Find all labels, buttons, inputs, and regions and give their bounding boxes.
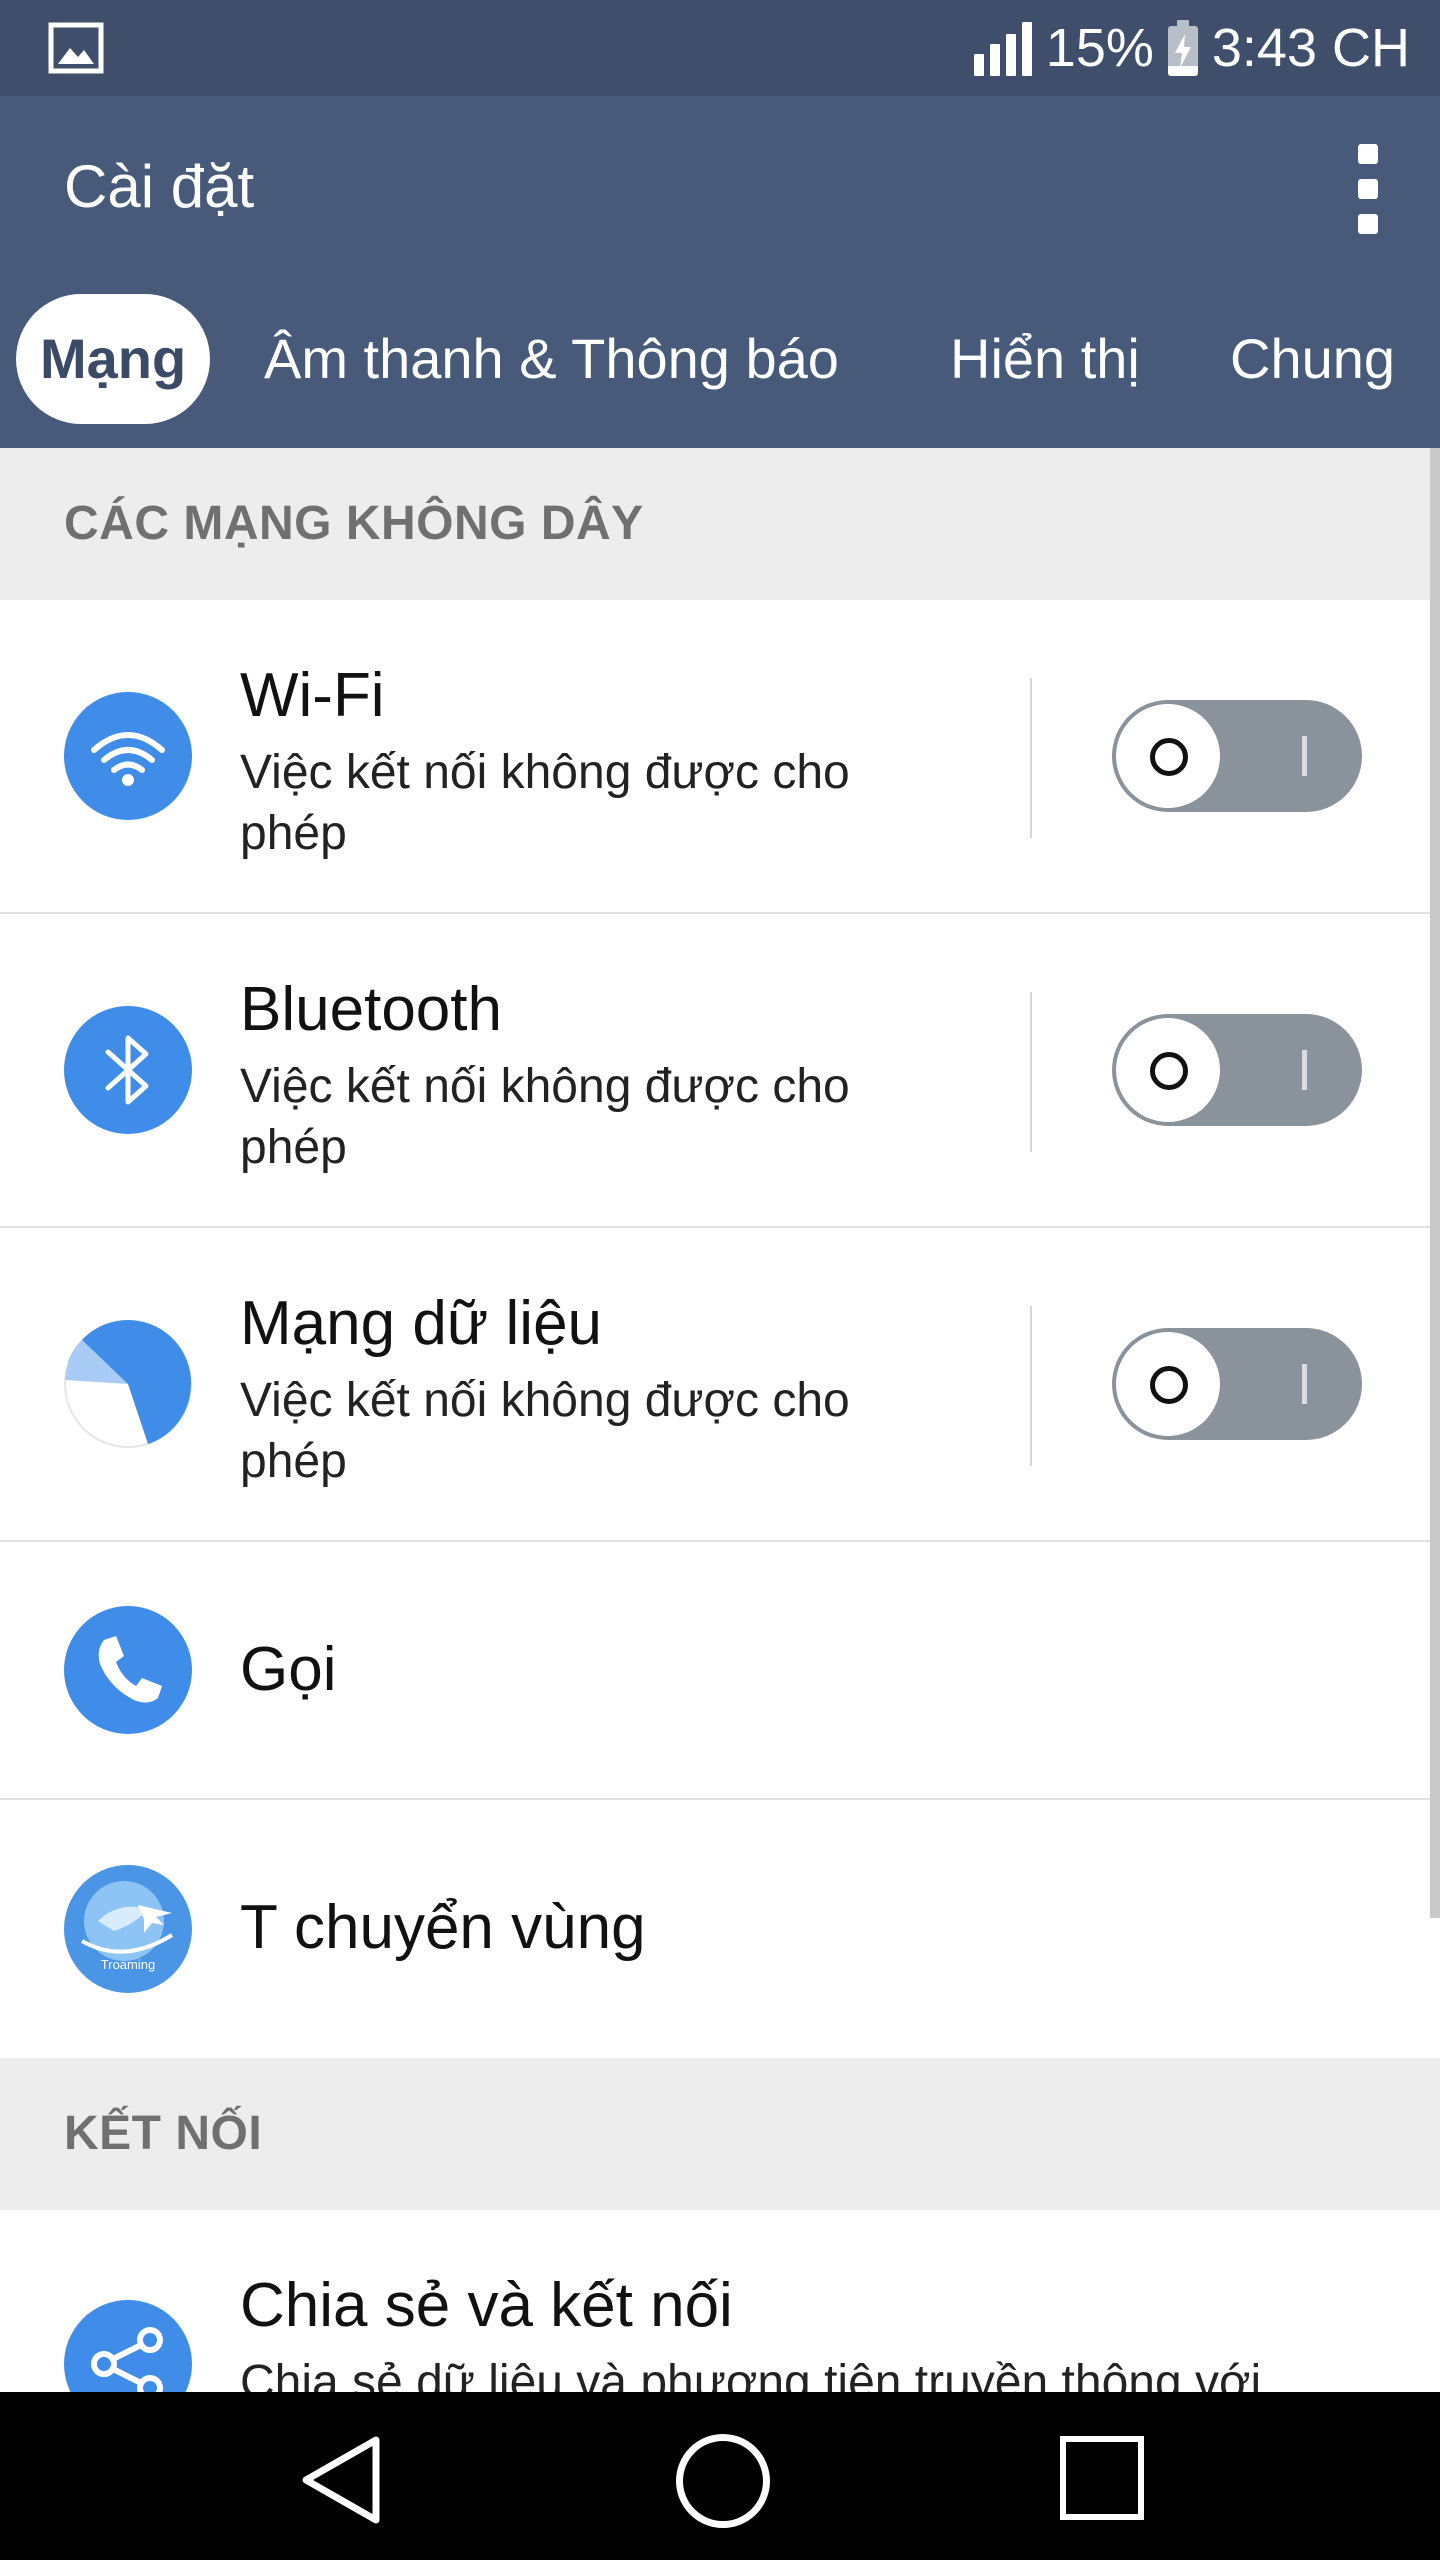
- share-connect-subtitle: Chia sẻ dữ liệu và phương tiện truyền th…: [240, 2356, 1262, 2392]
- scrollbar[interactable]: [1430, 448, 1440, 1918]
- overflow-menu-icon[interactable]: [1356, 144, 1380, 234]
- home-icon[interactable]: [676, 2434, 770, 2528]
- clock: 3:43 CH: [1211, 18, 1410, 78]
- battery-charging-icon: [1167, 20, 1198, 76]
- navigation-bar: [0, 2392, 1440, 2560]
- tab-mang[interactable]: Mạng: [16, 294, 211, 424]
- battery-percent: 15%: [1045, 18, 1154, 78]
- page-title: Cài đặt: [64, 153, 255, 220]
- settings-item-call[interactable]: Gọi: [0, 1542, 1440, 1800]
- mobile-data-title: Mạng dữ liệu: [240, 1289, 603, 1358]
- bluetooth-subtitle: Việc kết nối không được cho phép: [240, 1060, 850, 1174]
- divider: [1030, 678, 1032, 838]
- wifi-toggle[interactable]: [1112, 700, 1362, 812]
- troaming-icon-label: Troaming: [101, 1957, 155, 1972]
- bluetooth-title: Bluetooth: [240, 975, 502, 1044]
- troaming-title: T chuyển vùng: [240, 1893, 646, 1962]
- tab-bar: Mạng Âm thanh & Thông báo Hiển thị Chung: [0, 294, 1440, 424]
- wifi-icon: [64, 692, 192, 820]
- back-icon[interactable]: [296, 2432, 386, 2528]
- signal-strength-icon: [973, 20, 1032, 76]
- settings-list: CÁC MẠNG KHÔNG DÂY Wi-Fi Việc kết nối kh…: [0, 448, 1440, 2392]
- tab-hien-thi[interactable]: Hiển thị: [950, 294, 1140, 424]
- wifi-subtitle: Việc kết nối không được cho phép: [240, 746, 850, 860]
- app-bar: Cài đặt Mạng Âm thanh & Thông báo Hiển t…: [0, 96, 1440, 448]
- wifi-title: Wi-Fi: [240, 661, 385, 730]
- status-bar: 15% 3:43 CH: [0, 0, 1440, 96]
- settings-item-wifi[interactable]: Wi-Fi Việc kết nối không được cho phép: [0, 600, 1440, 914]
- settings-item-bluetooth[interactable]: Bluetooth Việc kết nối không được cho ph…: [0, 914, 1440, 1228]
- mobile-data-subtitle: Việc kết nối không được cho phép: [240, 1374, 850, 1488]
- section-header-wireless: CÁC MẠNG KHÔNG DÂY: [0, 448, 1440, 600]
- tab-chung[interactable]: Chung: [1230, 294, 1395, 424]
- bluetooth-toggle[interactable]: [1112, 1014, 1362, 1126]
- section-header-connections: KẾT NỐI: [0, 2058, 1440, 2210]
- data-usage-icon: [64, 1320, 192, 1448]
- divider: [1030, 992, 1032, 1152]
- settings-item-troaming[interactable]: Troaming T chuyển vùng: [0, 1800, 1440, 2058]
- troaming-icon: Troaming: [64, 1865, 192, 1993]
- bluetooth-icon: [64, 1006, 192, 1134]
- tab-am-thanh-thong-bao[interactable]: Âm thanh & Thông báo: [264, 294, 839, 424]
- recent-apps-icon[interactable]: [1060, 2436, 1144, 2520]
- settings-item-mobile-data[interactable]: Mạng dữ liệu Việc kết nối không được cho…: [0, 1228, 1440, 1542]
- phone-icon: [64, 1606, 192, 1734]
- share-icon: [64, 2300, 192, 2392]
- divider: [1030, 1306, 1032, 1466]
- mobile-data-toggle[interactable]: [1112, 1328, 1362, 1440]
- call-title: Gọi: [240, 1635, 337, 1704]
- share-connect-title: Chia sẻ và kết nối: [240, 2271, 733, 2340]
- gallery-notification-icon: [48, 22, 104, 74]
- settings-item-share-connect[interactable]: Chia sẻ và kết nối Chia sẻ dữ liệu và ph…: [0, 2210, 1440, 2392]
